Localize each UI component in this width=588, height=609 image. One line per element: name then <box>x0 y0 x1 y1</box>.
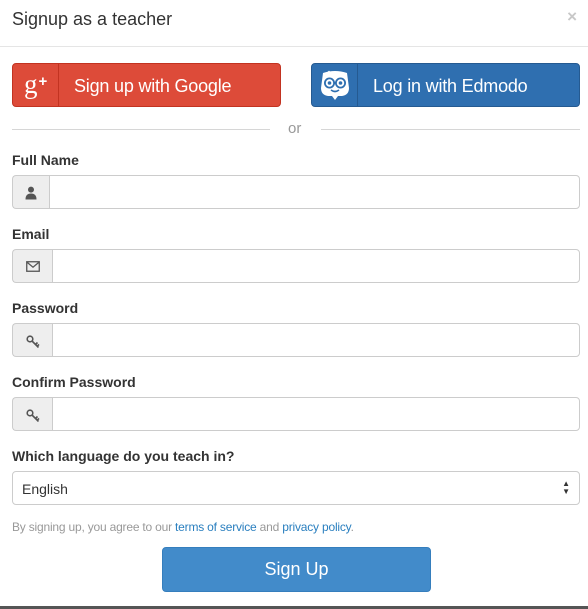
modal-header: Signup as a teacher × <box>0 0 588 47</box>
google-plus-icon: g+ <box>13 64 59 106</box>
confirm-password-label: Confirm Password <box>12 374 136 390</box>
close-icon[interactable]: × <box>567 7 577 27</box>
language-selected-value: English <box>22 481 68 497</box>
full-name-label: Full Name <box>12 152 79 168</box>
password-input[interactable] <box>52 323 580 357</box>
divider-line-right <box>321 129 580 130</box>
language-label: Which language do you teach in? <box>12 448 235 464</box>
email-input[interactable] <box>52 249 580 283</box>
email-label: Email <box>12 226 50 242</box>
user-icon <box>12 175 49 209</box>
edmodo-login-label: Log in with Edmodo <box>373 76 528 96</box>
full-name-group <box>12 175 580 209</box>
modal-title: Signup as a teacher <box>12 9 173 29</box>
sign-up-button[interactable]: Sign Up <box>162 547 431 592</box>
full-name-input[interactable] <box>49 175 580 209</box>
edmodo-login-button[interactable]: Log in with Edmodo <box>311 63 580 107</box>
password-label: Password <box>12 300 79 316</box>
edmodo-logo-icon <box>312 64 358 106</box>
key-icon <box>12 323 52 357</box>
key-icon <box>12 397 52 431</box>
terms-text: By signing up, you agree to our terms of… <box>12 520 354 534</box>
confirm-password-group <box>12 397 580 431</box>
terms-of-service-link[interactable]: terms of service <box>175 520 257 534</box>
envelope-icon <box>12 249 52 283</box>
password-group <box>12 323 580 357</box>
divider-line-left <box>12 129 270 130</box>
google-signup-label: Sign up with Google <box>74 76 232 96</box>
confirm-password-input[interactable] <box>52 397 580 431</box>
divider-or: or <box>288 120 302 137</box>
email-group <box>12 249 580 283</box>
language-select[interactable]: English ▲ ▼ <box>12 471 580 505</box>
privacy-policy-link[interactable]: privacy policy <box>282 520 351 534</box>
select-arrows-icon: ▲ ▼ <box>562 479 570 496</box>
google-signup-button[interactable]: g+ Sign up with Google <box>12 63 281 107</box>
